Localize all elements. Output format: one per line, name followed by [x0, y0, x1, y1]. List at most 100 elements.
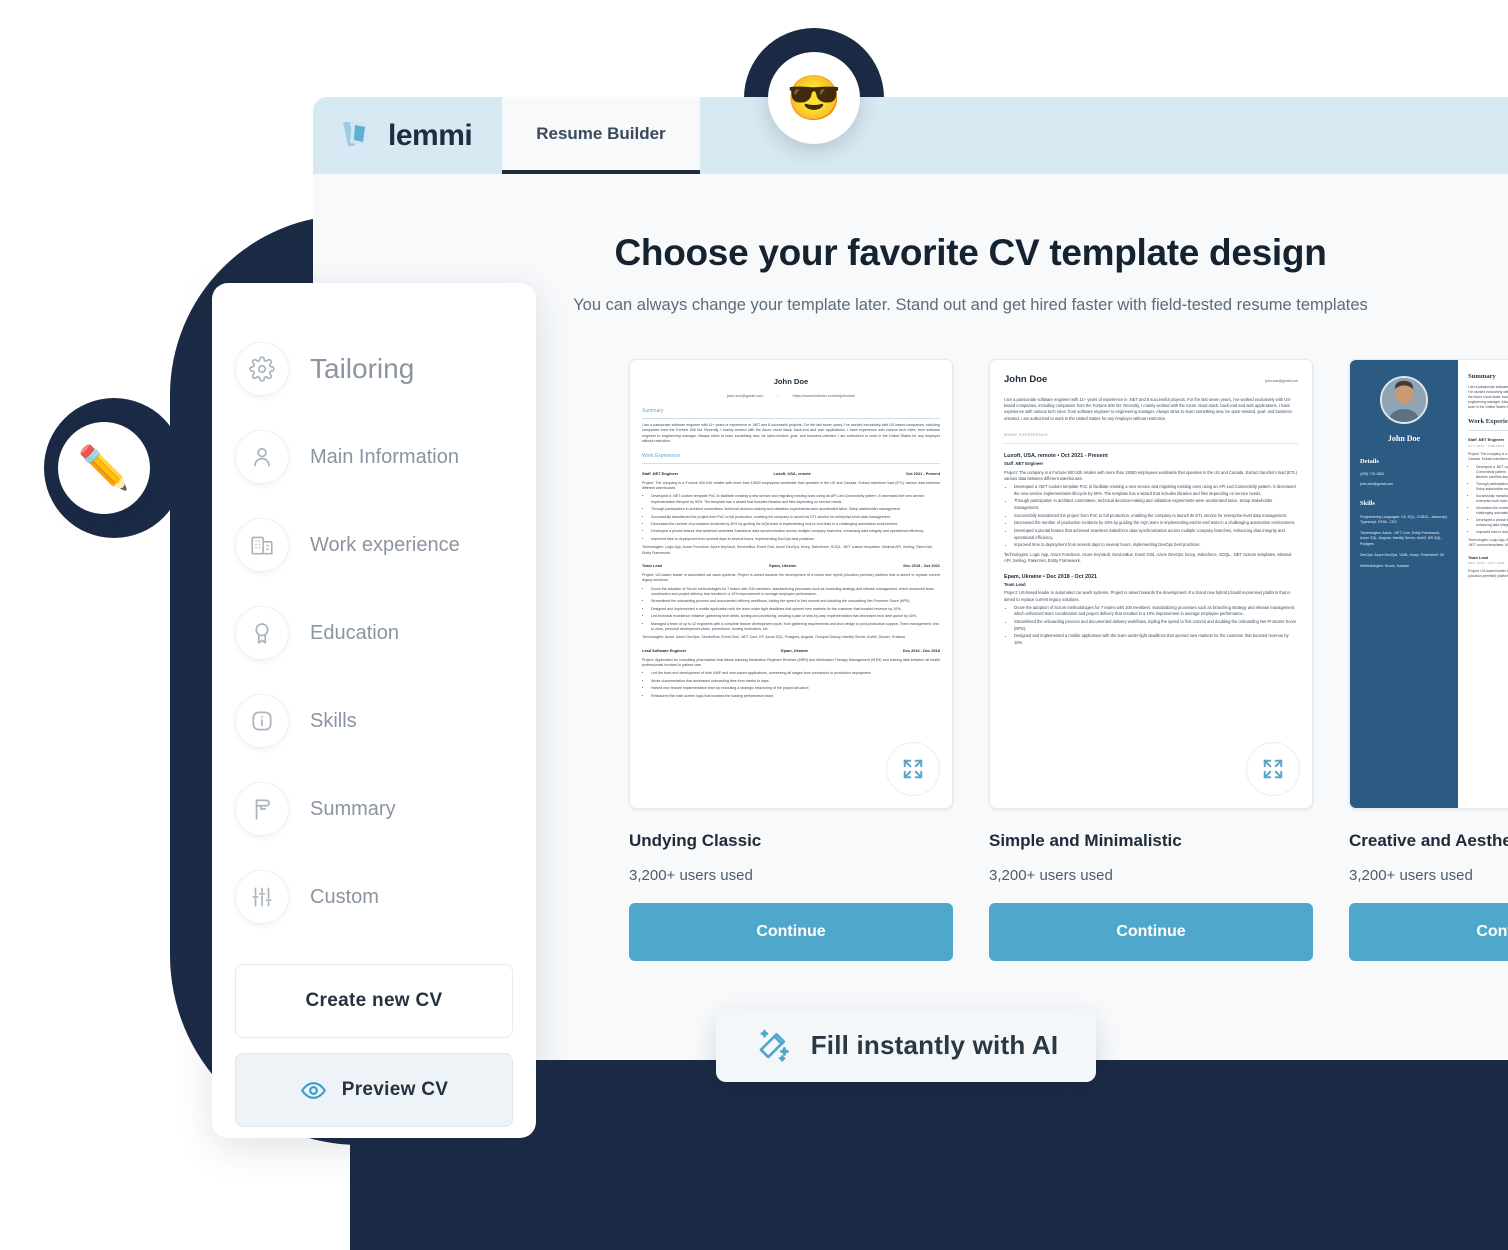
cv-summary-text: I am a passionate software engineer with… [1004, 396, 1293, 421]
cv-bullet: Through participation in architect commi… [1014, 498, 1298, 511]
award-icon [235, 606, 289, 660]
sidebar-item-label: Summary [310, 797, 396, 820]
continue-button[interactable]: Continue [989, 903, 1313, 961]
eye-icon [300, 1081, 326, 1099]
cv-job-role: Lead Software Engineer [642, 647, 687, 653]
cv-job-bullets: Developed a .NET custom template PoC to … [1476, 465, 1508, 535]
template-card[interactable]: John Doe john.doe@gmail.com I am a passi… [989, 359, 1313, 961]
expand-icon [1263, 759, 1283, 779]
sidebar-item-main-information[interactable]: Main Information [235, 413, 513, 501]
sidebar-item-label: Main Information [310, 445, 459, 468]
cv-skill-value: Azure DevOps, YAML, bicep, Powershell, G… [1373, 552, 1445, 557]
cv-name: John Doe [1004, 374, 1048, 385]
cv-job-header: Lead Software Engineer Epam, Ukraine Dec… [642, 648, 940, 654]
cv-skill-label: Methodologies: [1360, 564, 1384, 569]
cv-skill-group: Technologies: Azure, .NET Core, Entity F… [1360, 531, 1448, 547]
sidebar-item-label: Skills [310, 709, 357, 732]
cv-skill-group: Programming Languages: C#, SQL, COBOL, J… [1360, 515, 1448, 526]
cv-job-dates: Dec 2018 - Oct 2021 [903, 562, 940, 568]
template-users-count: 3,200+ users used [989, 867, 1113, 884]
sunglasses-emoji-icon: 😎 [786, 74, 842, 123]
sidebar-item-label: Tailoring [310, 353, 415, 384]
tab-resume-builder[interactable]: Resume Builder [502, 97, 700, 174]
cv-document-minimal: John Doe john.doe@gmail.com I am a passi… [990, 360, 1312, 661]
cv-summary-text: I am a passionate software engineer with… [1468, 384, 1508, 410]
template-preview-classic[interactable]: John Doe john.doe@gmail.com | https://www.… [629, 359, 953, 809]
cv-contact-divider: | [777, 393, 779, 399]
cv-summary-text: I am a passionate software engineer with… [642, 422, 940, 443]
cv-job-company: Luxoft, USA, remote [773, 470, 811, 476]
cv-email: john.doe@gmail.com [726, 393, 764, 399]
preview-cv-button[interactable]: Preview CV [235, 1053, 513, 1127]
cv-bullet: Designed and implemented a mobile applic… [651, 607, 940, 612]
cv-job-role: Staff .NET Engineer [642, 470, 679, 476]
cv-job-company: Luxoft, USA, remote [1004, 452, 1056, 459]
sidebar-item-education[interactable]: Education [235, 589, 513, 677]
cv-document-classic: John Doe john.doe@gmail.com | https://www.… [630, 360, 952, 711]
template-card[interactable]: John Doe Details (425) 778-1883 john.doe… [1349, 359, 1508, 961]
cv-sidebar: John Doe Details (425) 778-1883 john.doe… [1350, 360, 1458, 808]
create-new-cv-button[interactable]: Create new CV [235, 964, 513, 1038]
cv-bullet: Refactored the main screen logic that bo… [651, 694, 940, 699]
cv-bullet: Decreased the number of production incid… [1476, 506, 1508, 516]
cv-skill-group: Methodologies: Scrum, Kanban [1360, 564, 1448, 569]
cv-bullet: Successfully transitioned the project fr… [1476, 494, 1508, 504]
expand-preview-button[interactable] [1246, 742, 1300, 796]
sidebar-item-tailoring[interactable]: Tailoring [235, 325, 513, 413]
info-icon [235, 694, 289, 748]
cv-linkedin: https://www.linkedin.com/in/johndoe/ [792, 393, 856, 399]
tab-label: Resume Builder [536, 123, 666, 143]
template-users-count: 3,200+ users used [629, 867, 753, 884]
template-name: Simple and Minimalistic [989, 831, 1182, 850]
sunglasses-emoji-badge: 😎 [768, 52, 860, 144]
cv-bullet: Through participation in architect commi… [1476, 482, 1508, 492]
cv-bullet: Successfully transitioned the project fr… [651, 515, 940, 520]
sidebar-item-skills[interactable]: Skills [235, 677, 513, 765]
cv-skill-group: DevOps: Azure DevOps, YAML, bicep, Power… [1360, 553, 1448, 558]
template-preview-minimal[interactable]: John Doe john.doe@gmail.com I am a passi… [989, 359, 1313, 809]
cv-job-role: Team Lead [1004, 581, 1026, 587]
cv-divider [1468, 430, 1508, 432]
continue-button[interactable]: Continue [629, 903, 953, 961]
cv-job-role: Team Lead [642, 562, 663, 568]
cv-job-dates: Oct 2021 - Present [1060, 452, 1108, 459]
sidebar-item-label: Education [310, 621, 399, 644]
template-preview-creative[interactable]: John Doe Details (425) 778-1883 john.doe… [1349, 359, 1508, 809]
cv-job-company: Epam, Ukraine [781, 647, 809, 653]
sidebar-item-summary[interactable]: Summary [235, 765, 513, 853]
template-card[interactable]: John Doe john.doe@gmail.com | https://www.… [629, 359, 953, 961]
cv-job-dates: Dec 2016 - Dec 2018 [902, 647, 940, 653]
sidebar-item-label: Custom [310, 885, 379, 908]
building-icon [235, 518, 289, 572]
cv-header: John Doe john.doe@gmail.com [1004, 373, 1298, 388]
cv-job-header: Staff .NET Engineer Luxoft, USA, remote … [642, 471, 940, 477]
cv-bullet: Successfully transitioned the project fr… [1014, 513, 1298, 519]
cv-job-role: Staff .NET Engineer [1004, 461, 1044, 467]
cv-bullet: Improved time to deployment from several… [1014, 542, 1298, 548]
fill-instantly-with-ai-button[interactable]: Fill instantly with AI [716, 1009, 1096, 1082]
sidebar-item-work-experience[interactable]: Work experience [235, 501, 513, 589]
cv-job-project: Project: The company is a Fortune 500 b2… [1004, 469, 1298, 481]
app-logo[interactable]: lemmi [313, 97, 502, 174]
cv-job-tech: Technologies: Logic App, Azure Functions… [1004, 551, 1292, 564]
sidebar-item-custom[interactable]: Custom [235, 853, 513, 941]
cv-bullet: Developed a pivotal feature that achieve… [651, 529, 940, 534]
logo-text: lemmi [388, 118, 473, 152]
cv-bullet: Drove the adoption of Scrum methodologie… [1014, 605, 1298, 618]
cv-bullet: Through participation in architect commi… [651, 507, 940, 512]
expand-preview-button[interactable] [886, 742, 940, 796]
cv-skill-value: Scrum, Kanban [1383, 564, 1409, 569]
cv-name: John Doe [773, 377, 809, 386]
cv-job-dates: Oct 2021 - Present [906, 470, 940, 476]
cv-bullet: Developed a pivotal feature that achieve… [1014, 528, 1298, 541]
cv-bullet: Streamlined the onboarding process and d… [651, 599, 940, 604]
cv-job-bullets: Led the front-end development of both UW… [651, 671, 940, 699]
continue-button[interactable]: Continue [1349, 903, 1508, 961]
expand-icon [903, 759, 923, 779]
sidebar-panel: Tailoring Main Information Work experien… [212, 283, 536, 1138]
app-header: lemmi Resume Builder [313, 97, 1508, 174]
cv-bullet: Developed a .NET custom template PoC to … [1476, 465, 1508, 480]
cv-summary-heading: Summary [1468, 373, 1496, 380]
cv-skills-heading: Skills [1360, 500, 1375, 508]
cv-job-project: Project: US-based leader in automated ca… [1468, 569, 1508, 579]
